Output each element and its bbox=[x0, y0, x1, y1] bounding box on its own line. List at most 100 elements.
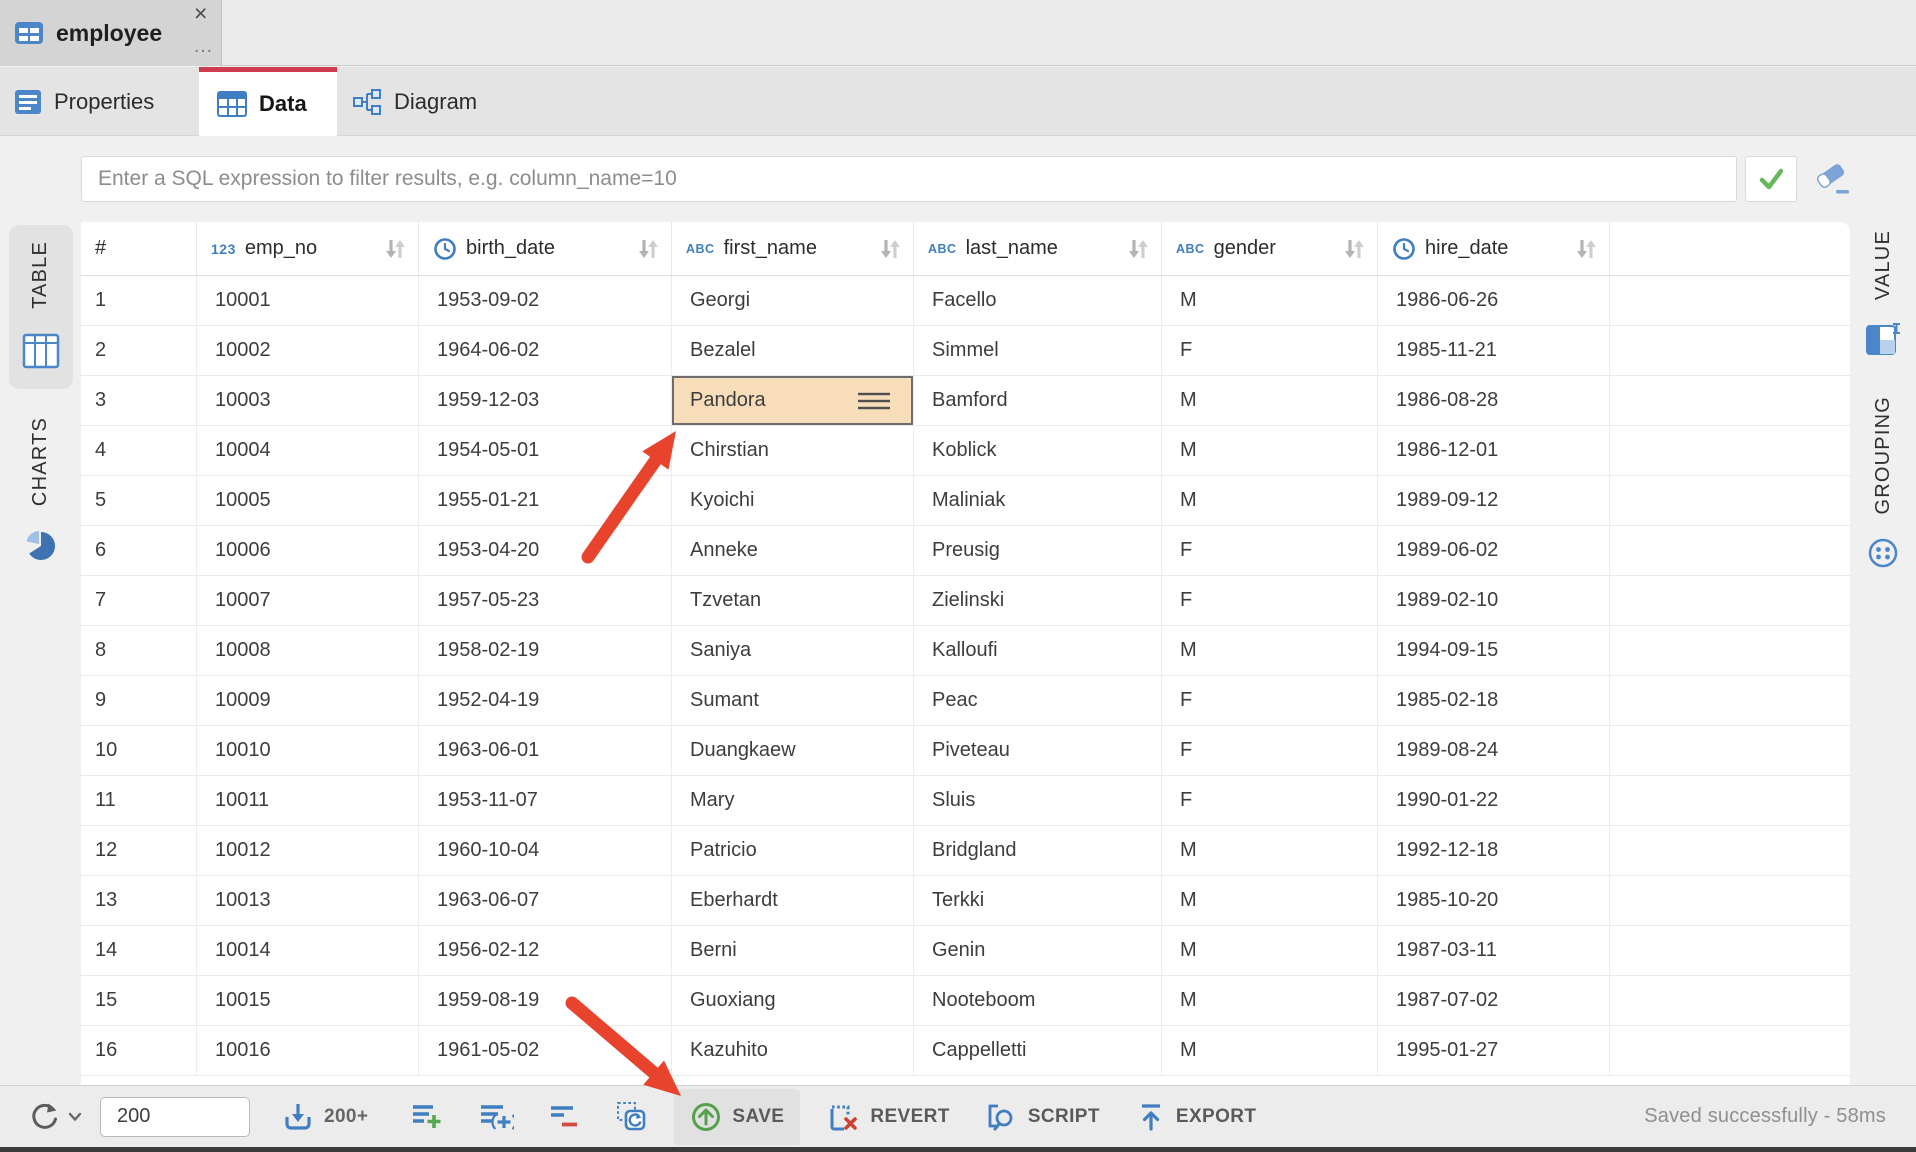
grid-cell-birth_date[interactable]: 1964-06-02 bbox=[419, 326, 672, 375]
grid-cell-first_name[interactable]: Tzvetan bbox=[672, 576, 914, 625]
grid-cell-emp_no[interactable]: 10005 bbox=[197, 476, 419, 525]
grid-cell-hire_date[interactable]: 1989-06-02 bbox=[1378, 526, 1610, 575]
sort-icon[interactable] bbox=[1341, 238, 1367, 260]
save-button[interactable]: SAVE bbox=[674, 1089, 800, 1145]
duplicate-row-button[interactable] bbox=[478, 1101, 514, 1133]
grid-cell-last_name[interactable]: Terkki bbox=[914, 876, 1162, 925]
grid-cell-gender[interactable]: F bbox=[1162, 576, 1378, 625]
row-number-cell[interactable]: 4 bbox=[81, 426, 197, 475]
grid-cell-last_name[interactable]: Zielinski bbox=[914, 576, 1162, 625]
script-button[interactable]: SCRIPT bbox=[984, 1101, 1100, 1133]
grid-cell-hire_date[interactable]: 1995-01-27 bbox=[1378, 1026, 1610, 1075]
grid-cell-birth_date[interactable]: 1959-12-03 bbox=[419, 376, 672, 425]
grid-cell-last_name[interactable]: Preusig bbox=[914, 526, 1162, 575]
fetch-next-page-button[interactable]: 200+ bbox=[282, 1101, 368, 1133]
grid-cell-emp_no[interactable]: 10009 bbox=[197, 676, 419, 725]
add-row-button[interactable] bbox=[410, 1101, 444, 1133]
grid-cell-last_name[interactable]: Facello bbox=[914, 276, 1162, 325]
grid-cell-last_name[interactable]: Cappelletti bbox=[914, 1026, 1162, 1075]
grid-cell-last_name[interactable]: Bridgland bbox=[914, 826, 1162, 875]
grid-cell-emp_no[interactable]: 10002 bbox=[197, 326, 419, 375]
grid-cell-first_name[interactable]: Sumant bbox=[672, 676, 914, 725]
rail-tab-charts[interactable]: CHARTS bbox=[0, 417, 81, 562]
grid-cell-hire_date[interactable]: 1992-12-18 bbox=[1378, 826, 1610, 875]
revert-button[interactable]: REVERT bbox=[826, 1101, 949, 1133]
grid-cell-last_name[interactable]: Genin bbox=[914, 926, 1162, 975]
grid-cell-hire_date[interactable]: 1989-02-10 bbox=[1378, 576, 1610, 625]
grid-cell-gender[interactable]: F bbox=[1162, 326, 1378, 375]
rail-tab-value[interactable]: VALUE bbox=[1850, 230, 1916, 356]
cell-menu-icon[interactable] bbox=[857, 391, 891, 411]
selected-cell-pandora[interactable]: Pandora bbox=[672, 376, 914, 425]
grid-cell-last_name[interactable]: Piveteau bbox=[914, 726, 1162, 775]
grid-cell-gender[interactable]: F bbox=[1162, 726, 1378, 775]
grid-cell-hire_date[interactable]: 1989-08-24 bbox=[1378, 726, 1610, 775]
apply-filter-button[interactable] bbox=[1745, 156, 1797, 202]
grid-cell-birth_date[interactable]: 1957-05-23 bbox=[419, 576, 672, 625]
grid-cell-last_name[interactable]: Nooteboom bbox=[914, 976, 1162, 1025]
grid-cell-last_name[interactable]: Sluis bbox=[914, 776, 1162, 825]
entity-tab-employee[interactable]: employee × … bbox=[0, 0, 222, 66]
grid-cell-first_name[interactable]: Eberhardt bbox=[672, 876, 914, 925]
row-number-cell[interactable]: 8 bbox=[81, 626, 197, 675]
grid-cell-last_name[interactable]: Kalloufi bbox=[914, 626, 1162, 675]
sort-icon[interactable] bbox=[1125, 238, 1151, 260]
sort-icon[interactable] bbox=[382, 238, 408, 260]
column-header-birth_date[interactable]: birth_date bbox=[419, 222, 672, 275]
grid-cell-first_name[interactable]: Duangkaew bbox=[672, 726, 914, 775]
grid-cell-emp_no[interactable]: 10007 bbox=[197, 576, 419, 625]
column-header-hire_date[interactable]: hire_date bbox=[1378, 222, 1610, 275]
grid-cell-gender[interactable]: M bbox=[1162, 276, 1378, 325]
grid-cell-last_name[interactable]: Simmel bbox=[914, 326, 1162, 375]
grid-cell-emp_no[interactable]: 10013 bbox=[197, 876, 419, 925]
grid-cell-first_name[interactable]: Mary bbox=[672, 776, 914, 825]
column-header-first_name[interactable]: ABCfirst_name bbox=[672, 222, 914, 275]
refresh-button[interactable] bbox=[28, 1100, 82, 1134]
grid-cell-birth_date[interactable]: 1963-06-07 bbox=[419, 876, 672, 925]
grid-cell-first_name[interactable]: Guoxiang bbox=[672, 976, 914, 1025]
column-header-row_number[interactable]: # bbox=[81, 222, 197, 275]
grid-cell-gender[interactable]: M bbox=[1162, 476, 1378, 525]
rail-tab-table[interactable]: TABLE bbox=[9, 225, 73, 389]
grid-cell-emp_no[interactable]: 10015 bbox=[197, 976, 419, 1025]
grid-cell-hire_date[interactable]: 1987-03-11 bbox=[1378, 926, 1610, 975]
grid-cell-birth_date[interactable]: 1955-01-21 bbox=[419, 476, 672, 525]
grid-cell-last_name[interactable]: Koblick bbox=[914, 426, 1162, 475]
grid-cell-gender[interactable]: M bbox=[1162, 626, 1378, 675]
row-number-cell[interactable]: 1 bbox=[81, 276, 197, 325]
grid-cell-first_name[interactable]: Bezalel bbox=[672, 326, 914, 375]
grid-cell-gender[interactable]: M bbox=[1162, 976, 1378, 1025]
grid-cell-birth_date[interactable]: 1958-02-19 bbox=[419, 626, 672, 675]
row-number-cell[interactable]: 13 bbox=[81, 876, 197, 925]
grid-cell-first_name[interactable]: Kazuhito bbox=[672, 1026, 914, 1075]
row-number-cell[interactable]: 10 bbox=[81, 726, 197, 775]
generate-data-button[interactable] bbox=[614, 1100, 648, 1134]
grid-cell-birth_date[interactable]: 1953-04-20 bbox=[419, 526, 672, 575]
grid-cell-birth_date[interactable]: 1961-05-02 bbox=[419, 1026, 672, 1075]
grid-cell-emp_no[interactable]: 10004 bbox=[197, 426, 419, 475]
grid-cell-gender[interactable]: M bbox=[1162, 876, 1378, 925]
grid-cell-birth_date[interactable]: 1952-04-19 bbox=[419, 676, 672, 725]
column-header-last_name[interactable]: ABClast_name bbox=[914, 222, 1162, 275]
grid-cell-hire_date[interactable]: 1990-01-22 bbox=[1378, 776, 1610, 825]
sort-icon[interactable] bbox=[1573, 238, 1599, 260]
grid-cell-gender[interactable]: F bbox=[1162, 676, 1378, 725]
more-menu-icon[interactable]: … bbox=[193, 36, 214, 56]
grid-cell-first_name[interactable]: Berni bbox=[672, 926, 914, 975]
tab-data[interactable]: Data bbox=[199, 67, 337, 136]
grid-cell-gender[interactable]: M bbox=[1162, 376, 1378, 425]
grid-cell-first_name[interactable]: Georgi bbox=[672, 276, 914, 325]
sort-icon[interactable] bbox=[635, 238, 661, 260]
row-number-cell[interactable]: 15 bbox=[81, 976, 197, 1025]
row-number-cell[interactable]: 3 bbox=[81, 376, 197, 425]
grid-cell-gender[interactable]: M bbox=[1162, 426, 1378, 475]
tab-diagram[interactable]: Diagram bbox=[337, 67, 520, 136]
row-number-cell[interactable]: 9 bbox=[81, 676, 197, 725]
grid-cell-birth_date[interactable]: 1953-11-07 bbox=[419, 776, 672, 825]
row-number-cell[interactable]: 5 bbox=[81, 476, 197, 525]
grid-cell-first_name[interactable]: Anneke bbox=[672, 526, 914, 575]
grid-cell-hire_date[interactable]: 1986-12-01 bbox=[1378, 426, 1610, 475]
grid-cell-emp_no[interactable]: 10008 bbox=[197, 626, 419, 675]
close-icon[interactable]: × bbox=[194, 2, 207, 25]
sql-filter-input[interactable] bbox=[81, 156, 1737, 202]
